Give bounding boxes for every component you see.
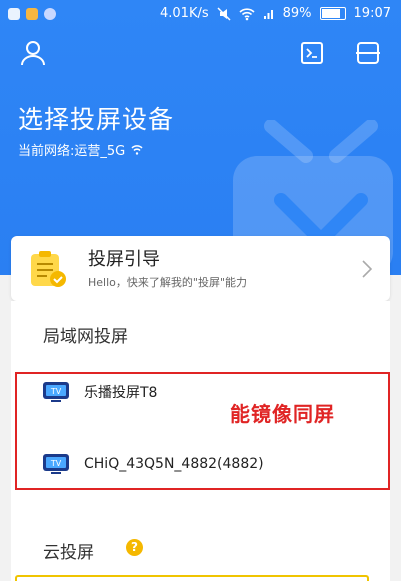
chevron-right-icon: [362, 260, 372, 278]
help-icon[interactable]: ?: [126, 539, 143, 556]
cloud-section-title: 云投屏: [43, 543, 94, 563]
notification-app-icon: [26, 8, 38, 20]
guide-title: 投屏引导: [88, 249, 160, 270]
device-item[interactable]: TV CHiQ_43Q5N_4882(4882): [42, 453, 264, 475]
terminal-icon[interactable]: [301, 42, 323, 64]
notification-app-icon: [8, 8, 20, 20]
clipboard-icon: [31, 251, 66, 287]
guide-subtitle: Hello，快来了解我的"投屏"能力: [88, 276, 247, 289]
scan-icon[interactable]: [356, 42, 380, 64]
tv-icon: TV: [43, 382, 69, 402]
tv-icon: TV: [43, 454, 69, 474]
cloud-card-edge: [15, 575, 369, 581]
signal-icon: [263, 9, 273, 19]
status-indicators: 4.01K/s 89% 19:07: [160, 6, 391, 21]
network-speed: 4.01K/s: [160, 6, 209, 21]
device-item[interactable]: TV 乐播投屏T8: [42, 381, 157, 403]
user-icon[interactable]: [21, 40, 45, 66]
svg-text:TV: TV: [50, 387, 62, 396]
guide-card[interactable]: 投屏引导 Hello，快来了解我的"投屏"能力: [11, 236, 390, 301]
svg-text:TV: TV: [50, 459, 62, 468]
notification-app-icon: [44, 8, 56, 20]
mute-icon: [217, 6, 231, 21]
lan-section-title: 局域网投屏: [43, 327, 128, 347]
status-notification-icons: [8, 8, 56, 20]
status-bar: 4.01K/s 89% 19:07: [0, 0, 401, 30]
wifi-small-icon: [131, 144, 143, 155]
battery-icon: [319, 7, 346, 20]
battery-percent: 89%: [282, 6, 312, 21]
device-name: CHiQ_43Q5N_4882(4882): [84, 456, 264, 472]
wifi-icon: [239, 7, 255, 20]
current-network: 当前网络:运营_5G: [18, 140, 143, 159]
device-name: 乐播投屏T8: [84, 385, 158, 401]
header-hero: 4.01K/s 89% 19:07 选择投屏设备 当前网络:运营_5G: [0, 0, 401, 275]
clock: 19:07: [353, 6, 391, 21]
annotation-text: 能镜像同屏: [230, 402, 335, 426]
page-title: 选择投屏设备: [18, 105, 175, 134]
network-label: 当前网络:运营_5G: [18, 144, 126, 159]
